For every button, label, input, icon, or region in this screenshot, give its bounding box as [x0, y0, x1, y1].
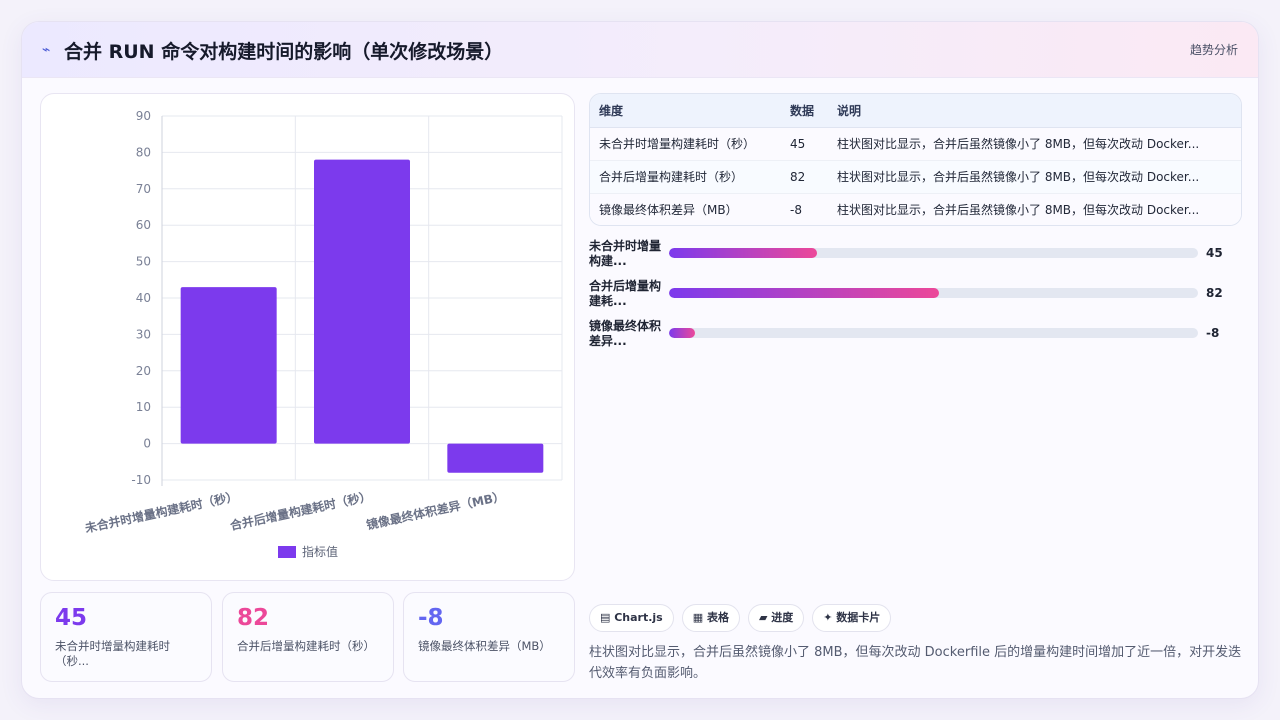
trend-icon: ⌁: [42, 42, 51, 58]
kpi-card-unmerged: 45 未合并时增量构建耗时（秒...: [40, 592, 212, 682]
y-tick-label: 20: [136, 364, 151, 378]
progress-list: 未合并时增量构建... 45 合并后增量构建耗... 82 镜像最终体积差异..…: [589, 237, 1242, 357]
progress-value: 45: [1206, 246, 1223, 260]
card-header: ⌁ 合并 RUN 命令对构建时间的影响（单次修改场景） 趋势分析: [22, 22, 1258, 78]
y-tick-label: 90: [136, 109, 151, 123]
dashboard-card: ⌁ 合并 RUN 命令对构建时间的影响（单次修改场景） 趋势分析 -10 0 10 2…: [21, 21, 1259, 699]
table-cell: 82: [781, 160, 828, 194]
analysis-tag: 趋势分析: [1189, 43, 1238, 57]
table-cell: 45: [781, 127, 828, 161]
bar-chart: -10 0 10 20 30 40 50 60 70 80 90 未合并时增量构建耗时（秒）合并后增量…: [83, 109, 563, 559]
bar: [180, 287, 277, 444]
y-tick-label: 0: [143, 437, 151, 451]
table-cell: 柱状图对比显示，合并后虽然镜像小了 8MB，但每次改动 Docker...: [828, 160, 1241, 194]
x-tick-label: 镜像最终体积差异（MB）: [365, 488, 506, 532]
kpi-label: 合并后增量构建耗时（秒）: [237, 639, 375, 653]
kpi-value: 82: [237, 605, 270, 631]
progress-row: 未合并时增量构建... 45: [589, 237, 1242, 277]
data-table: 维度 数据 说明 未合并时增量构建耗时（秒） 45 柱状图对比显示，合并后虽然镜…: [589, 93, 1242, 226]
chip-data-cards[interactable]: ✦ 数据卡片: [812, 604, 892, 632]
progress-value: -8: [1206, 326, 1220, 340]
column-header-dimension: 维度: [590, 94, 781, 128]
table-cell: 柱状图对比显示，合并后虽然镜像小了 8MB，但每次改动 Docker...: [828, 127, 1241, 161]
y-tick-label: 40: [136, 291, 151, 305]
progress-value: 82: [1206, 286, 1223, 300]
progress-label: 镜像最终体积差异...: [589, 319, 662, 348]
table-row: 未合并时增量构建耗时（秒） 45 柱状图对比显示，合并后虽然镜像小了 8MB，但…: [590, 127, 1241, 161]
progress-label: 未合并时增量构建...: [589, 239, 662, 268]
table-row: 镜像最终体积差异（MB） -8 柱状图对比显示，合并后虽然镜像小了 8MB，但每…: [590, 193, 1241, 225]
progress-fill: [669, 328, 696, 338]
progress-track: [669, 288, 1198, 298]
kpi-card-merged: 82 合并后增量构建耗时（秒）: [222, 592, 394, 682]
kpi-value: -8: [418, 605, 444, 631]
progress-track: [669, 248, 1198, 258]
tech-chips: ▤ Chart.js ▦ 表格 ▰ 进度 ✦ 数据卡片: [589, 604, 892, 632]
y-tick-label: 80: [136, 145, 151, 159]
table-cell: -8: [781, 193, 828, 225]
y-tick-label: 50: [136, 255, 151, 269]
y-tick-label: 30: [136, 327, 151, 341]
chip-progress[interactable]: ▰ 进度: [747, 604, 805, 632]
column-header-value: 数据: [781, 94, 828, 128]
table-cell: 合并后增量构建耗时（秒）: [590, 160, 781, 194]
y-tick-label: 10: [136, 400, 151, 414]
chip-chartjs[interactable]: ▤ Chart.js: [589, 604, 674, 632]
bar: [447, 443, 544, 473]
summary-text: 柱状图对比显示，合并后虽然镜像小了 8MB，但每次改动 Dockerfile 后…: [589, 645, 1242, 681]
chip-table[interactable]: ▦ 表格: [681, 604, 740, 632]
table-header-row: 维度 数据 说明: [590, 94, 1241, 128]
bar-chart-panel: -10 0 10 20 30 40 50 60 70 80 90 未合并时增量构建耗时（秒） 合并后增量…: [40, 93, 575, 581]
legend-label: 指标值: [302, 544, 338, 559]
y-tick-label: 60: [136, 218, 151, 232]
legend-swatch: [278, 546, 296, 558]
page-title: 合并 RUN 命令对构建时间的影响（单次修改场景）: [64, 41, 504, 63]
progress-row: 合并后增量构建耗... 82: [589, 277, 1242, 317]
table-cell: 柱状图对比显示，合并后虽然镜像小了 8MB，但每次改动 Docker...: [828, 193, 1241, 225]
progress-fill: [669, 248, 818, 258]
kpi-card-size-diff: -8 镜像最终体积差异（MB）: [403, 592, 575, 682]
kpi-value: 45: [55, 605, 88, 631]
progress-fill: [669, 288, 939, 298]
table-cell: 镜像最终体积差异（MB）: [590, 193, 781, 225]
column-header-note: 说明: [828, 94, 1241, 128]
table-cell: 未合并时增量构建耗时（秒）: [590, 127, 781, 161]
progress-label: 合并后增量构建耗...: [589, 279, 662, 308]
x-tick-label: 未合并时增量构建耗时（秒）: [83, 488, 240, 535]
progress-track: [669, 328, 1198, 338]
bar: [314, 159, 410, 444]
y-tick-label: -10: [131, 473, 151, 487]
x-tick-label: 合并后增量构建耗时（秒）: [229, 488, 373, 533]
kpi-label: 镜像最终体积差异（MB）: [418, 639, 551, 653]
y-tick-label: 70: [136, 182, 151, 196]
progress-row: 镜像最终体积差异... -8: [589, 317, 1242, 357]
kpi-label: 未合并时增量构建耗时（秒...: [55, 639, 170, 668]
table-row: 合并后增量构建耗时（秒） 82 柱状图对比显示，合并后虽然镜像小了 8MB，但每…: [590, 160, 1241, 194]
